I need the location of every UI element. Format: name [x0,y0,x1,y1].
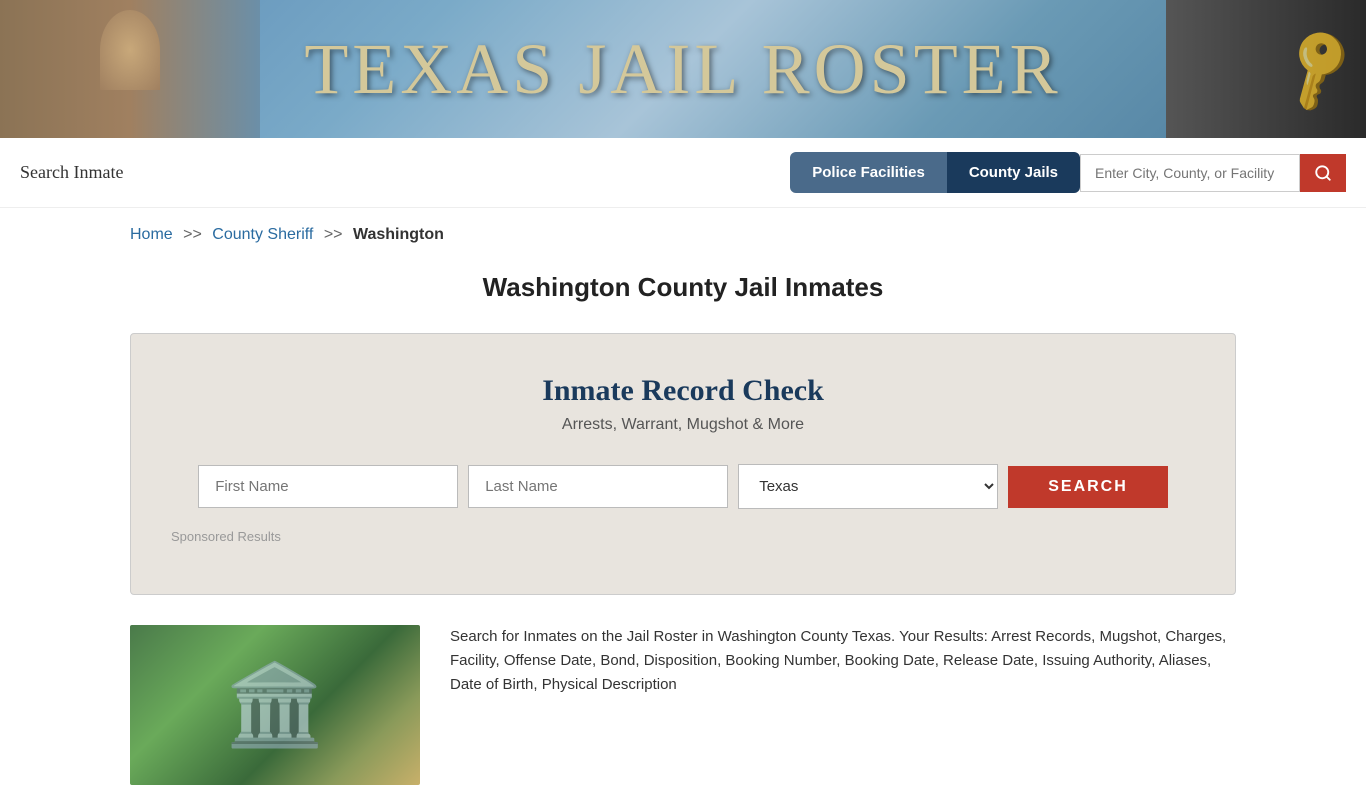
last-name-input[interactable] [468,465,728,508]
card-subtitle: Arrests, Warrant, Mugshot & More [171,416,1195,434]
page-title: Washington County Jail Inmates [20,272,1346,303]
inmate-search-button[interactable]: SEARCH [1008,466,1168,508]
breadcrumb-county-sheriff[interactable]: County Sheriff [212,226,313,243]
search-icon [1314,164,1332,182]
breadcrumb-home[interactable]: Home [130,226,173,243]
navbar-right: Police Facilities County Jails [790,152,1346,193]
state-select[interactable]: AlabamaAlaskaArizonaArkansasCaliforniaCo… [738,464,998,509]
page-title-section: Washington County Jail Inmates [0,262,1366,333]
facility-search-input[interactable] [1080,154,1300,192]
banner-capitol-image [0,0,260,138]
breadcrumb-sep2: >> [324,226,343,243]
first-name-input[interactable] [198,465,458,508]
bottom-description: Search for Inmates on the Jail Roster in… [450,625,1236,697]
courthouse-image [130,625,420,785]
search-form: AlabamaAlaskaArizonaArkansasCaliforniaCo… [171,464,1195,509]
bottom-section: Search for Inmates on the Jail Roster in… [130,625,1236,785]
breadcrumb-sep1: >> [183,226,202,243]
police-facilities-button[interactable]: Police Facilities [790,152,947,193]
county-jails-button[interactable]: County Jails [947,152,1080,193]
breadcrumb: Home >> County Sheriff >> Washington [0,208,1366,262]
site-title: Texas Jail Roster [304,28,1061,111]
navbar: Search Inmate Police Facilities County J… [0,138,1366,208]
banner-keys-image [1166,0,1366,138]
inmate-search-card: Inmate Record Check Arrests, Warrant, Mu… [130,333,1236,595]
card-title: Inmate Record Check [171,374,1195,408]
sponsored-label: Sponsored Results [171,529,1195,544]
breadcrumb-current: Washington [353,226,444,243]
search-inmate-label: Search Inmate [20,162,123,183]
header-banner: Texas Jail Roster [0,0,1366,138]
facility-search-button[interactable] [1300,154,1346,192]
